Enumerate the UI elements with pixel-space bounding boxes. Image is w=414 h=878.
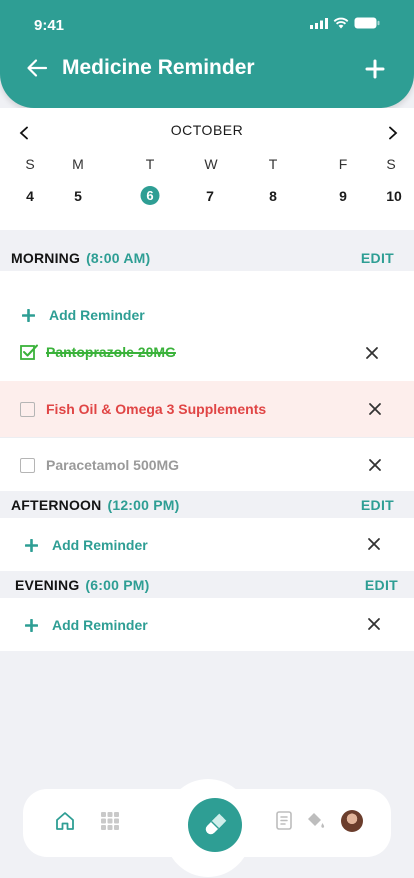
- section-name: MORNING: [11, 250, 81, 266]
- missed-reminder-row: Fish Oil & Omega 3 Supplements: [0, 381, 414, 437]
- clipboard-icon[interactable]: [273, 809, 295, 831]
- close-icon[interactable]: [368, 458, 382, 472]
- add-reminder-label: Add Reminder: [52, 617, 148, 633]
- page-title: Medicine Reminder: [62, 56, 255, 79]
- calendar-day[interactable]: 7: [195, 187, 225, 205]
- avatar[interactable]: [341, 810, 363, 832]
- paint-bucket-icon[interactable]: [304, 809, 326, 831]
- section-title: EVENING (6:00 PM): [15, 577, 149, 593]
- add-reminder-button[interactable]: Add Reminder: [25, 617, 148, 633]
- calendar-day[interactable]: 10: [379, 187, 409, 205]
- pill-icon: [205, 813, 227, 835]
- afternoon-card: Add Reminder: [0, 518, 414, 571]
- section-time: (6:00 PM): [85, 577, 150, 593]
- section-time: (12:00 PM): [107, 497, 180, 513]
- evening-section-header: EVENING (6:00 PM) EDIT: [0, 577, 414, 597]
- calendar-day[interactable]: 8: [258, 187, 288, 205]
- checkbox[interactable]: [20, 402, 35, 417]
- morning-card: Add Reminder Pantoprazole 20MG: [0, 271, 414, 381]
- close-icon[interactable]: [367, 617, 381, 631]
- medicine-fab-button[interactable]: [188, 798, 242, 852]
- status-icons: [310, 17, 380, 29]
- medicine-name: Fish Oil & Omega 3 Supplements: [46, 401, 267, 417]
- status-time: 9:41: [34, 17, 65, 34]
- plus-icon: [25, 538, 38, 552]
- calendar-month: OCTOBER: [170, 122, 244, 138]
- signal-icon: [310, 17, 328, 29]
- checkbox[interactable]: [20, 458, 35, 473]
- add-reminder-label: Add Reminder: [49, 307, 145, 323]
- back-arrow-icon[interactable]: [25, 57, 49, 79]
- evening-card: Add Reminder: [0, 598, 414, 651]
- edit-button[interactable]: EDIT: [361, 250, 394, 266]
- medicine-name: Paracetamol 500MG: [46, 457, 180, 473]
- weekday-label: M: [72, 156, 84, 172]
- calendar-day[interactable]: 9: [328, 187, 358, 205]
- week-calendar: OCTOBER S M T W T F S 4 5 6 7 8 9 10: [0, 108, 414, 230]
- section-time: (8:00 AM): [86, 250, 151, 266]
- weekday-label: F: [338, 156, 348, 172]
- edit-button[interactable]: EDIT: [361, 497, 394, 513]
- morning-section-header: MORNING (8:00 AM) EDIT: [0, 250, 414, 270]
- afternoon-section-header: AFTERNOON (12:00 PM) EDIT: [0, 497, 414, 517]
- wifi-icon: [333, 17, 349, 29]
- close-icon[interactable]: [367, 537, 381, 551]
- section-name: AFTERNOON: [11, 497, 102, 513]
- weekday-label: T: [145, 156, 155, 172]
- weekday-label: T: [268, 156, 278, 172]
- home-icon[interactable]: [54, 810, 76, 832]
- add-reminder-button[interactable]: Add Reminder: [25, 537, 148, 553]
- app-header: 9:41 Medicine Reminder: [0, 0, 414, 108]
- weekday-label: W: [204, 156, 218, 172]
- plus-icon: [25, 618, 38, 632]
- add-reminder-button[interactable]: Add Reminder: [22, 307, 145, 323]
- grid-icon[interactable]: [99, 810, 121, 832]
- section-title: MORNING (8:00 AM): [11, 250, 150, 266]
- weekday-label: S: [25, 156, 35, 172]
- add-icon[interactable]: [364, 58, 386, 80]
- reminder-row: Paracetamol 500MG: [0, 437, 414, 491]
- chevron-right-icon[interactable]: [387, 126, 399, 140]
- calendar-day-selected[interactable]: 6: [140, 186, 160, 205]
- battery-icon: [354, 17, 380, 29]
- close-icon[interactable]: [368, 402, 382, 416]
- section-name: EVENING: [15, 577, 80, 593]
- weekday-label: S: [386, 156, 396, 172]
- close-icon[interactable]: [365, 346, 379, 360]
- medicine-name: Pantoprazole 20MG: [46, 344, 176, 360]
- edit-button[interactable]: EDIT: [365, 577, 398, 593]
- calendar-day[interactable]: 5: [63, 187, 93, 205]
- plus-icon: [22, 308, 35, 322]
- checked-checkbox-icon[interactable]: [20, 344, 39, 361]
- add-reminder-label: Add Reminder: [52, 537, 148, 553]
- section-title: AFTERNOON (12:00 PM): [11, 497, 180, 513]
- calendar-day[interactable]: 4: [15, 187, 45, 205]
